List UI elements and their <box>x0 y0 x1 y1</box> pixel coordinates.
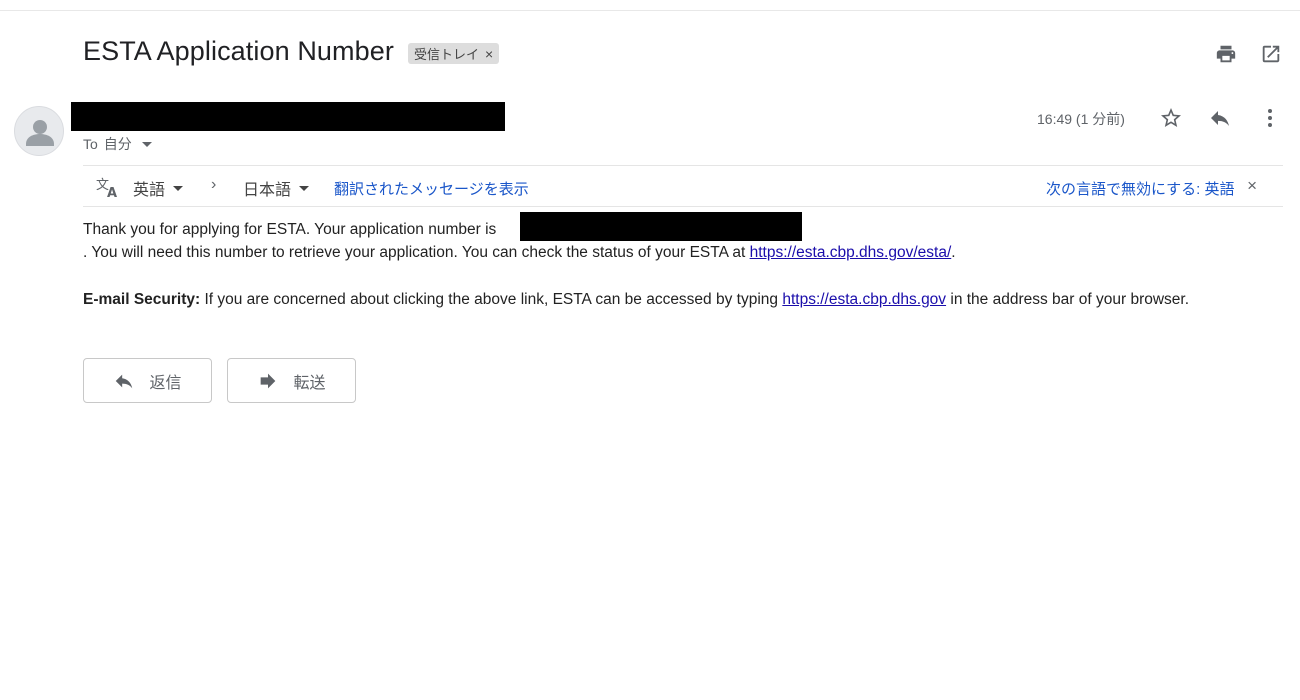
to-recipient: 自分 <box>103 136 132 152</box>
close-translation-bar-button[interactable]: × <box>1247 176 1257 196</box>
reply-button[interactable]: 返信 <box>83 358 212 403</box>
open-in-new-window-icon[interactable] <box>1259 42 1283 66</box>
email-security-label: E-mail Security: <box>83 291 201 308</box>
translate-icon: 文 A <box>95 175 121 199</box>
top-divider <box>0 10 1300 11</box>
to-prefix: To <box>83 136 98 152</box>
language-arrow-icon: › <box>211 176 217 193</box>
translation-bar: 文 A 英語 › 日本語 翻訳されたメッセージを表示 次の言語で無効にする: 英… <box>83 165 1283 207</box>
recipient-line[interactable]: To 自分 <box>83 134 152 154</box>
recipient-details-dropdown-icon[interactable] <box>141 141 152 147</box>
more-vertical-icon[interactable] <box>1258 106 1282 130</box>
message-line-2: . You will need this number to retrieve … <box>83 241 956 264</box>
redacted-sender-name <box>71 102 505 131</box>
reply-arrow-icon <box>116 374 133 388</box>
forward-icon <box>261 373 276 388</box>
message-line-2-suffix: . <box>951 244 956 261</box>
remove-label-button[interactable]: × <box>485 46 493 62</box>
person-icon <box>26 120 54 146</box>
svg-text:A: A <box>107 186 117 199</box>
esta-home-link[interactable]: https://esta.cbp.dhs.gov <box>782 291 946 308</box>
target-language-select[interactable]: 日本語 <box>243 176 310 200</box>
email-security-text: If you are concerned about clicking the … <box>204 291 779 308</box>
target-language-label: 日本語 <box>243 182 292 199</box>
disable-translation-for-language-link[interactable]: 次の言語で無効にする: 英語 <box>1046 178 1235 199</box>
email-security-paragraph: E-mail Security: If you are concerned ab… <box>83 288 1189 311</box>
print-icon[interactable] <box>1214 42 1238 66</box>
source-language-dropdown-icon <box>173 185 184 191</box>
forward-button[interactable]: 転送 <box>227 358 356 403</box>
show-translated-message-link[interactable]: 翻訳されたメッセージを表示 <box>334 178 529 199</box>
source-language-select[interactable]: 英語 <box>133 176 184 200</box>
message-line-2-text: . You will need this number to retrieve … <box>83 244 746 261</box>
source-language-label: 英語 <box>133 182 166 199</box>
email-subject: ESTA Application Number <box>83 36 394 66</box>
email-security-suffix: in the address bar of your browser. <box>950 291 1190 308</box>
inbox-label-chip[interactable]: 受信トレイ × <box>408 43 500 64</box>
sender-avatar <box>14 106 64 156</box>
esta-status-link[interactable]: https://esta.cbp.dhs.gov/esta/ <box>750 244 952 261</box>
star-icon[interactable] <box>1159 106 1183 130</box>
reply-icon[interactable] <box>1208 106 1232 130</box>
reply-button-label: 返信 <box>149 374 182 392</box>
message-line-1-text: Thank you for applying for ESTA. Your ap… <box>83 221 497 238</box>
forward-button-label: 転送 <box>293 374 326 392</box>
message-timestamp: 16:49 (1 分前) <box>1037 111 1125 127</box>
target-language-dropdown-icon <box>299 185 310 191</box>
inbox-label-text: 受信トレイ <box>414 47 480 62</box>
message-line-1: Thank you for applying for ESTA. Your ap… <box>83 218 496 241</box>
redacted-application-number <box>520 212 802 241</box>
